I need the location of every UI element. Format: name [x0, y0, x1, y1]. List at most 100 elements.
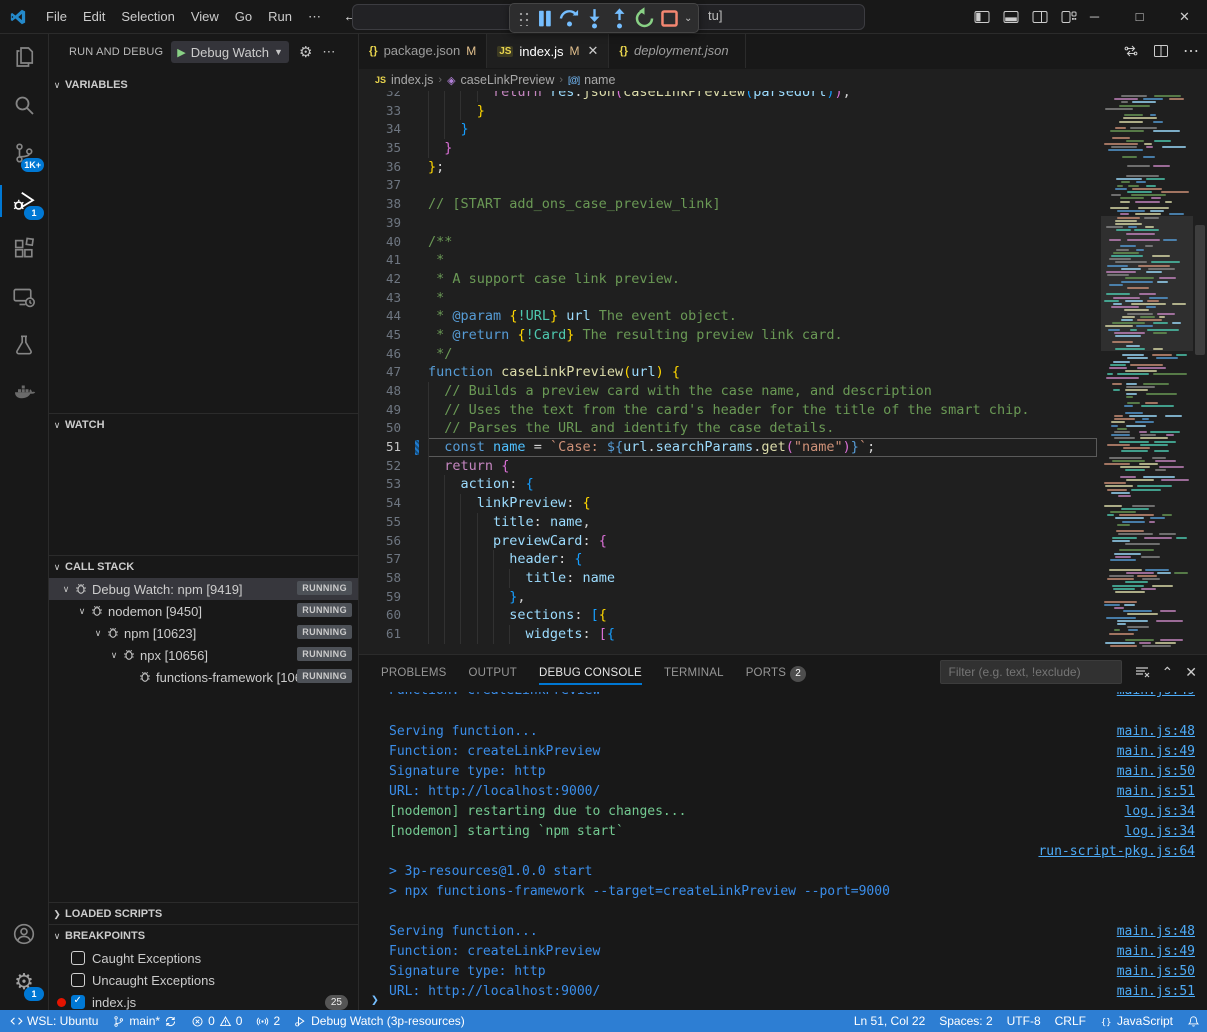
gutter-marker[interactable]	[401, 91, 428, 102]
split-editor-icon[interactable]	[1153, 43, 1169, 59]
statusbar-eol[interactable]: CRLF	[1048, 1010, 1093, 1032]
close-button[interactable]: ✕	[1162, 0, 1207, 33]
code-line[interactable]: 38// [START add_ons_case_preview_link]	[359, 195, 1097, 214]
console-prompt[interactable]: ❯	[371, 993, 379, 1008]
gutter-marker[interactable]	[401, 289, 428, 308]
gutter-marker[interactable]	[401, 214, 428, 233]
console-source-link[interactable]: main.js:49	[1117, 742, 1195, 762]
panel-tab-problems[interactable]: PROBLEMS	[373, 656, 455, 690]
breakpoint-checkbox[interactable]	[71, 951, 85, 965]
settings-button[interactable]: ⚙1	[0, 958, 48, 1006]
minimap[interactable]	[1101, 91, 1193, 654]
breadcrumb-symbol[interactable]: caseLinkPreview	[461, 73, 555, 87]
code-line[interactable]: 46 */	[359, 345, 1097, 364]
code-line[interactable]: 53 action: {	[359, 475, 1097, 494]
gutter-marker[interactable]	[401, 513, 428, 532]
activity-run-debug[interactable]: 1	[0, 177, 48, 225]
restart-button[interactable]	[632, 6, 657, 30]
gutter-marker[interactable]	[401, 625, 428, 644]
code-line[interactable]: 39	[359, 214, 1097, 233]
code-line[interactable]: 37	[359, 176, 1097, 195]
statusbar-cursor[interactable]: Ln 51, Col 22	[847, 1010, 932, 1032]
gutter-marker[interactable]	[401, 457, 428, 476]
gutter-marker[interactable]	[401, 139, 428, 158]
statusbar-branch[interactable]: main*	[105, 1010, 184, 1032]
console-source-link[interactable]: main.js:51	[1117, 782, 1195, 802]
call-stack-row[interactable]: ∨nodemon [9450]RUNNING	[49, 600, 358, 622]
variables-header[interactable]: ∨VARIABLES	[49, 74, 358, 96]
gutter-marker[interactable]	[401, 438, 428, 457]
close-panel-icon[interactable]: ✕	[1185, 664, 1197, 681]
menu-go[interactable]: Go	[227, 6, 260, 28]
code-line[interactable]: 54 linkPreview: {	[359, 494, 1097, 513]
code-line[interactable]: 40/**	[359, 233, 1097, 252]
code-line[interactable]: 42 * A support case link preview.	[359, 270, 1097, 289]
statusbar-encoding[interactable]: UTF-8	[1000, 1010, 1048, 1032]
close-tab-icon[interactable]: ✕	[588, 43, 599, 59]
toggle-panel-icon[interactable]	[1003, 9, 1019, 25]
gutter-marker[interactable]	[401, 569, 428, 588]
statusbar-indent[interactable]: Spaces: 2	[932, 1010, 999, 1032]
console-filter-input[interactable]	[940, 660, 1122, 684]
code-line[interactable]: 35 }	[359, 139, 1097, 158]
step-over-button[interactable]	[557, 6, 582, 30]
statusbar-notifications[interactable]	[1180, 1010, 1207, 1032]
gutter-marker[interactable]	[401, 176, 428, 195]
call-stack-row[interactable]: ∨npx [10656]RUNNING	[49, 644, 358, 666]
breakpoint-checkbox[interactable]	[71, 995, 85, 1009]
menu-run[interactable]: Run	[260, 6, 300, 28]
menu-view[interactable]: View	[183, 6, 227, 28]
gutter-marker[interactable]	[401, 494, 428, 513]
breakpoint-row[interactable]: Uncaught Exceptions	[49, 969, 358, 991]
menu-edit[interactable]: Edit	[75, 6, 113, 28]
minimize-button[interactable]: ─	[1072, 0, 1117, 33]
activity-docker[interactable]	[0, 369, 48, 417]
menu-more[interactable]: ⋯	[300, 6, 329, 28]
gutter-marker[interactable]	[401, 382, 428, 401]
code-line[interactable]: 52 return {	[359, 457, 1097, 476]
maximize-panel-icon[interactable]: ⌃	[1162, 664, 1174, 681]
gutter-marker[interactable]	[401, 419, 428, 438]
breadcrumb-file[interactable]: index.js	[391, 73, 433, 87]
gutter-marker[interactable]	[401, 251, 428, 270]
editor-tab[interactable]: {} deployment.json	[609, 33, 745, 68]
editor-tab[interactable]: JS index.js M ✕	[487, 33, 609, 68]
watch-header[interactable]: ∨WATCH	[49, 413, 358, 436]
console-source-link[interactable]: main.js:50	[1117, 762, 1195, 782]
gutter-marker[interactable]	[401, 606, 428, 625]
open-changes-icon[interactable]	[1123, 43, 1139, 59]
code-line[interactable]: 59 },	[359, 588, 1097, 607]
console-source-link[interactable]: main.js:51	[1117, 982, 1195, 1002]
toggle-primary-sidebar-icon[interactable]	[974, 9, 990, 25]
menu-selection[interactable]: Selection	[113, 6, 182, 28]
panel-tab-ports[interactable]: PORTS2	[738, 656, 814, 690]
gutter-marker[interactable]	[401, 475, 428, 494]
activity-search[interactable]	[0, 81, 48, 129]
code-line[interactable]: 60 sections: [{	[359, 606, 1097, 625]
breakpoints-header[interactable]: ∨BREAKPOINTS	[49, 924, 358, 947]
code-line[interactable]: 57 header: {	[359, 550, 1097, 569]
gutter-marker[interactable]	[401, 195, 428, 214]
activity-extensions[interactable]	[0, 225, 48, 273]
gutter-marker[interactable]	[401, 345, 428, 364]
code-line[interactable]: 33 }	[359, 102, 1097, 121]
code-line[interactable]: 55 title: name,	[359, 513, 1097, 532]
code-line[interactable]: 48 // Builds a preview card with the cas…	[359, 382, 1097, 401]
gutter-marker[interactable]	[401, 326, 428, 345]
panel-tab-debug-console[interactable]: DEBUG CONSOLE	[531, 656, 650, 690]
code-line[interactable]: 47function caseLinkPreview(url) {	[359, 363, 1097, 382]
code-line[interactable]: 49 // Uses the text from the card's head…	[359, 401, 1097, 420]
start-debug-icon[interactable]: ▶	[177, 46, 185, 59]
statusbar-remote[interactable]: WSL: Ubuntu	[0, 1010, 105, 1032]
code-line[interactable]: 50 // Parses the URL and identify the ca…	[359, 419, 1097, 438]
call-stack-row[interactable]: ∨npm [10623]RUNNING	[49, 622, 358, 644]
activity-source-control[interactable]: 1K+	[0, 129, 48, 177]
call-stack-row[interactable]: ∨Debug Watch: npm [9419]RUNNING	[49, 578, 358, 600]
breakpoint-row[interactable]: index.js25	[49, 991, 358, 1010]
pause-button[interactable]	[532, 6, 557, 30]
call-stack-header[interactable]: ∨CALL STACK	[49, 555, 358, 578]
code-line[interactable]: 51 const name = `Case: ${url.searchParam…	[359, 438, 1097, 457]
editor-more-icon[interactable]: ⋯	[1183, 41, 1199, 61]
gutter-marker[interactable]	[401, 233, 428, 252]
console-source-link[interactable]: run-script-pkg.js:64	[1038, 842, 1195, 862]
